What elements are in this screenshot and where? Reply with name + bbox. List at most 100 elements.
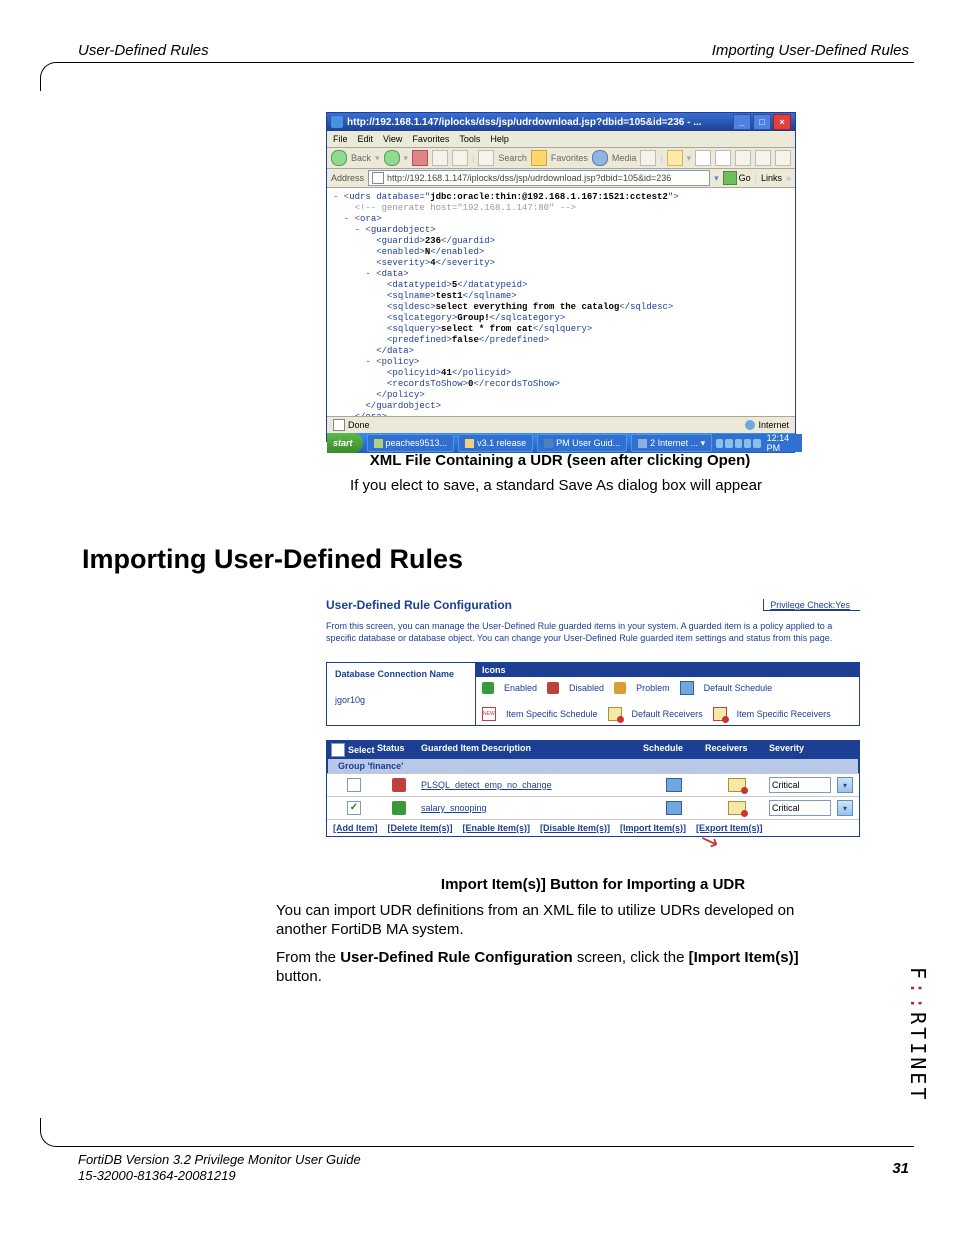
forward-icon[interactable] [384, 150, 400, 166]
footer-docid: 15-32000-81364-20081219 [78, 1168, 236, 1183]
search-label[interactable]: Search [498, 153, 527, 163]
table-row: PLSQL_detect_emp_no_change Critical ▾ [327, 773, 859, 796]
history-icon[interactable] [640, 150, 656, 166]
menu-tools[interactable]: Tools [459, 134, 480, 144]
privilege-check-link[interactable]: Privilege Check:Yes [770, 600, 850, 610]
close-button[interactable]: × [773, 114, 791, 130]
menu-file[interactable]: File [333, 134, 348, 144]
media-icon[interactable] [592, 150, 608, 166]
menu-view[interactable]: View [383, 134, 402, 144]
icons-header: Icons [476, 663, 859, 677]
legend-label: Item Specific Receivers [737, 709, 831, 719]
edit-icon[interactable] [715, 150, 731, 166]
severity-select[interactable]: Critical [769, 800, 831, 816]
print-icon[interactable] [695, 150, 711, 166]
status-enabled-icon [392, 801, 406, 815]
receivers-icon[interactable] [728, 778, 746, 792]
severity-dropdown[interactable]: ▾ [837, 777, 853, 793]
col-receivers-label: Receivers [705, 743, 769, 757]
zone-text: Internet [758, 420, 789, 430]
tray-icon[interactable] [725, 439, 732, 448]
links-label[interactable]: Links [761, 173, 782, 183]
status-disabled-icon [392, 778, 406, 792]
default-receivers-icon [608, 707, 622, 721]
tray-icon[interactable] [753, 439, 760, 448]
severity-select[interactable]: Critical [769, 777, 831, 793]
col-desc-label: Guarded Item Description [421, 743, 643, 757]
header-left: User-Defined Rules [78, 42, 209, 59]
header-curve [40, 62, 57, 91]
paragraph-import-intro: You can import UDR definitions from an X… [276, 901, 836, 939]
mail-icon[interactable] [667, 150, 683, 166]
minimize-button[interactable]: _ [733, 114, 751, 130]
media-label[interactable]: Media [612, 153, 637, 163]
disabled-icon [547, 682, 559, 694]
figure1-caption: XML File Containing a UDR (seen after cl… [326, 452, 794, 469]
home-icon[interactable] [452, 150, 468, 166]
refresh-icon[interactable] [432, 150, 448, 166]
severity-dropdown[interactable]: ▾ [837, 800, 853, 816]
address-dropdown[interactable]: ▾ [714, 173, 719, 184]
task-item[interactable]: peaches9513... [367, 434, 455, 452]
task-item[interactable]: 2 Internet ... ▾ [631, 434, 712, 452]
privilege-check: Privilege Check:Yes [763, 599, 860, 611]
section-heading: Importing User-Defined Rules [82, 544, 463, 575]
schedule-icon[interactable] [666, 801, 682, 815]
start-button[interactable]: start [327, 433, 363, 453]
legend-label: Item Specific Schedule [506, 709, 598, 719]
word-icon [544, 439, 553, 448]
go-label: Go [739, 173, 751, 183]
go-button[interactable]: Go [723, 171, 751, 185]
schedule-icon[interactable] [666, 778, 682, 792]
figure2-caption: Import Item(s)] Button for Importing a U… [326, 876, 860, 893]
task-item[interactable]: PM User Guid... [537, 434, 627, 452]
enable-items-link[interactable]: [Enable Item(s)] [463, 823, 531, 833]
item-description-link[interactable]: salary_snooping [421, 803, 487, 813]
table-header: Select Status Guarded Item Description S… [327, 741, 859, 759]
menu-edit[interactable]: Edit [358, 134, 374, 144]
address-text: http://192.168.1.147/iplocks/dss/jsp/udr… [387, 173, 671, 183]
delete-items-link[interactable]: [Delete Item(s)] [388, 823, 453, 833]
back-icon[interactable] [331, 150, 347, 166]
add-item-link[interactable]: [Add Item] [333, 823, 378, 833]
legend-label: Default Receivers [632, 709, 703, 719]
toolbar: Back ▾ ▾ | Search Favorites Media | ▾ [327, 148, 795, 169]
row-checkbox[interactable] [347, 778, 361, 792]
tray-icon[interactable] [744, 439, 751, 448]
col-severity-label: Severity [769, 743, 837, 757]
table-row: salary_snooping Critical ▾ [327, 796, 859, 819]
search-icon[interactable] [478, 150, 494, 166]
address-input[interactable]: http://192.168.1.147/iplocks/dss/jsp/udr… [368, 170, 710, 186]
menu-help[interactable]: Help [490, 134, 509, 144]
tray-icon[interactable] [735, 439, 742, 448]
import-items-link[interactable]: [Import Item(s)] [620, 823, 686, 833]
receivers-icon[interactable] [728, 801, 746, 815]
col-schedule-label: Schedule [643, 743, 705, 757]
addressbar: Address http://192.168.1.147/iplocks/dss… [327, 169, 795, 188]
favorites-label[interactable]: Favorites [551, 153, 588, 163]
guarded-items-table: Select Status Guarded Item Description S… [326, 740, 860, 837]
task-item[interactable]: v3.1 release [458, 434, 533, 452]
done-icon [333, 419, 345, 431]
problem-icon [614, 682, 626, 694]
select-all-checkbox[interactable] [331, 743, 345, 757]
address-label: Address [331, 173, 364, 183]
favorites-icon[interactable] [531, 150, 547, 166]
messenger-icon[interactable] [755, 150, 771, 166]
taskbar: start peaches9513... v3.1 release PM Use… [327, 433, 795, 453]
discuss-icon[interactable] [735, 150, 751, 166]
folder-icon [465, 439, 474, 448]
research-icon[interactable] [775, 150, 791, 166]
actions-row: [Add Item] [Delete Item(s)] [Enable Item… [327, 819, 859, 836]
back-label[interactable]: Back [351, 153, 371, 163]
row-checkbox[interactable] [347, 801, 361, 815]
item-description-link[interactable]: PLSQL_detect_emp_no_change [421, 780, 552, 790]
tray-icon[interactable] [716, 439, 723, 448]
app-icon [374, 439, 383, 448]
connection-icons-panel: Database Connection Name jgor10g Icons E… [326, 662, 860, 726]
menu-favorites[interactable]: Favorites [412, 134, 449, 144]
maximize-button[interactable]: □ [753, 114, 771, 130]
disable-items-link[interactable]: [Disable Item(s)] [540, 823, 610, 833]
stop-icon[interactable] [412, 150, 428, 166]
footer-product: FortiDB Version 3.2 Privilege Monitor Us… [78, 1152, 361, 1167]
